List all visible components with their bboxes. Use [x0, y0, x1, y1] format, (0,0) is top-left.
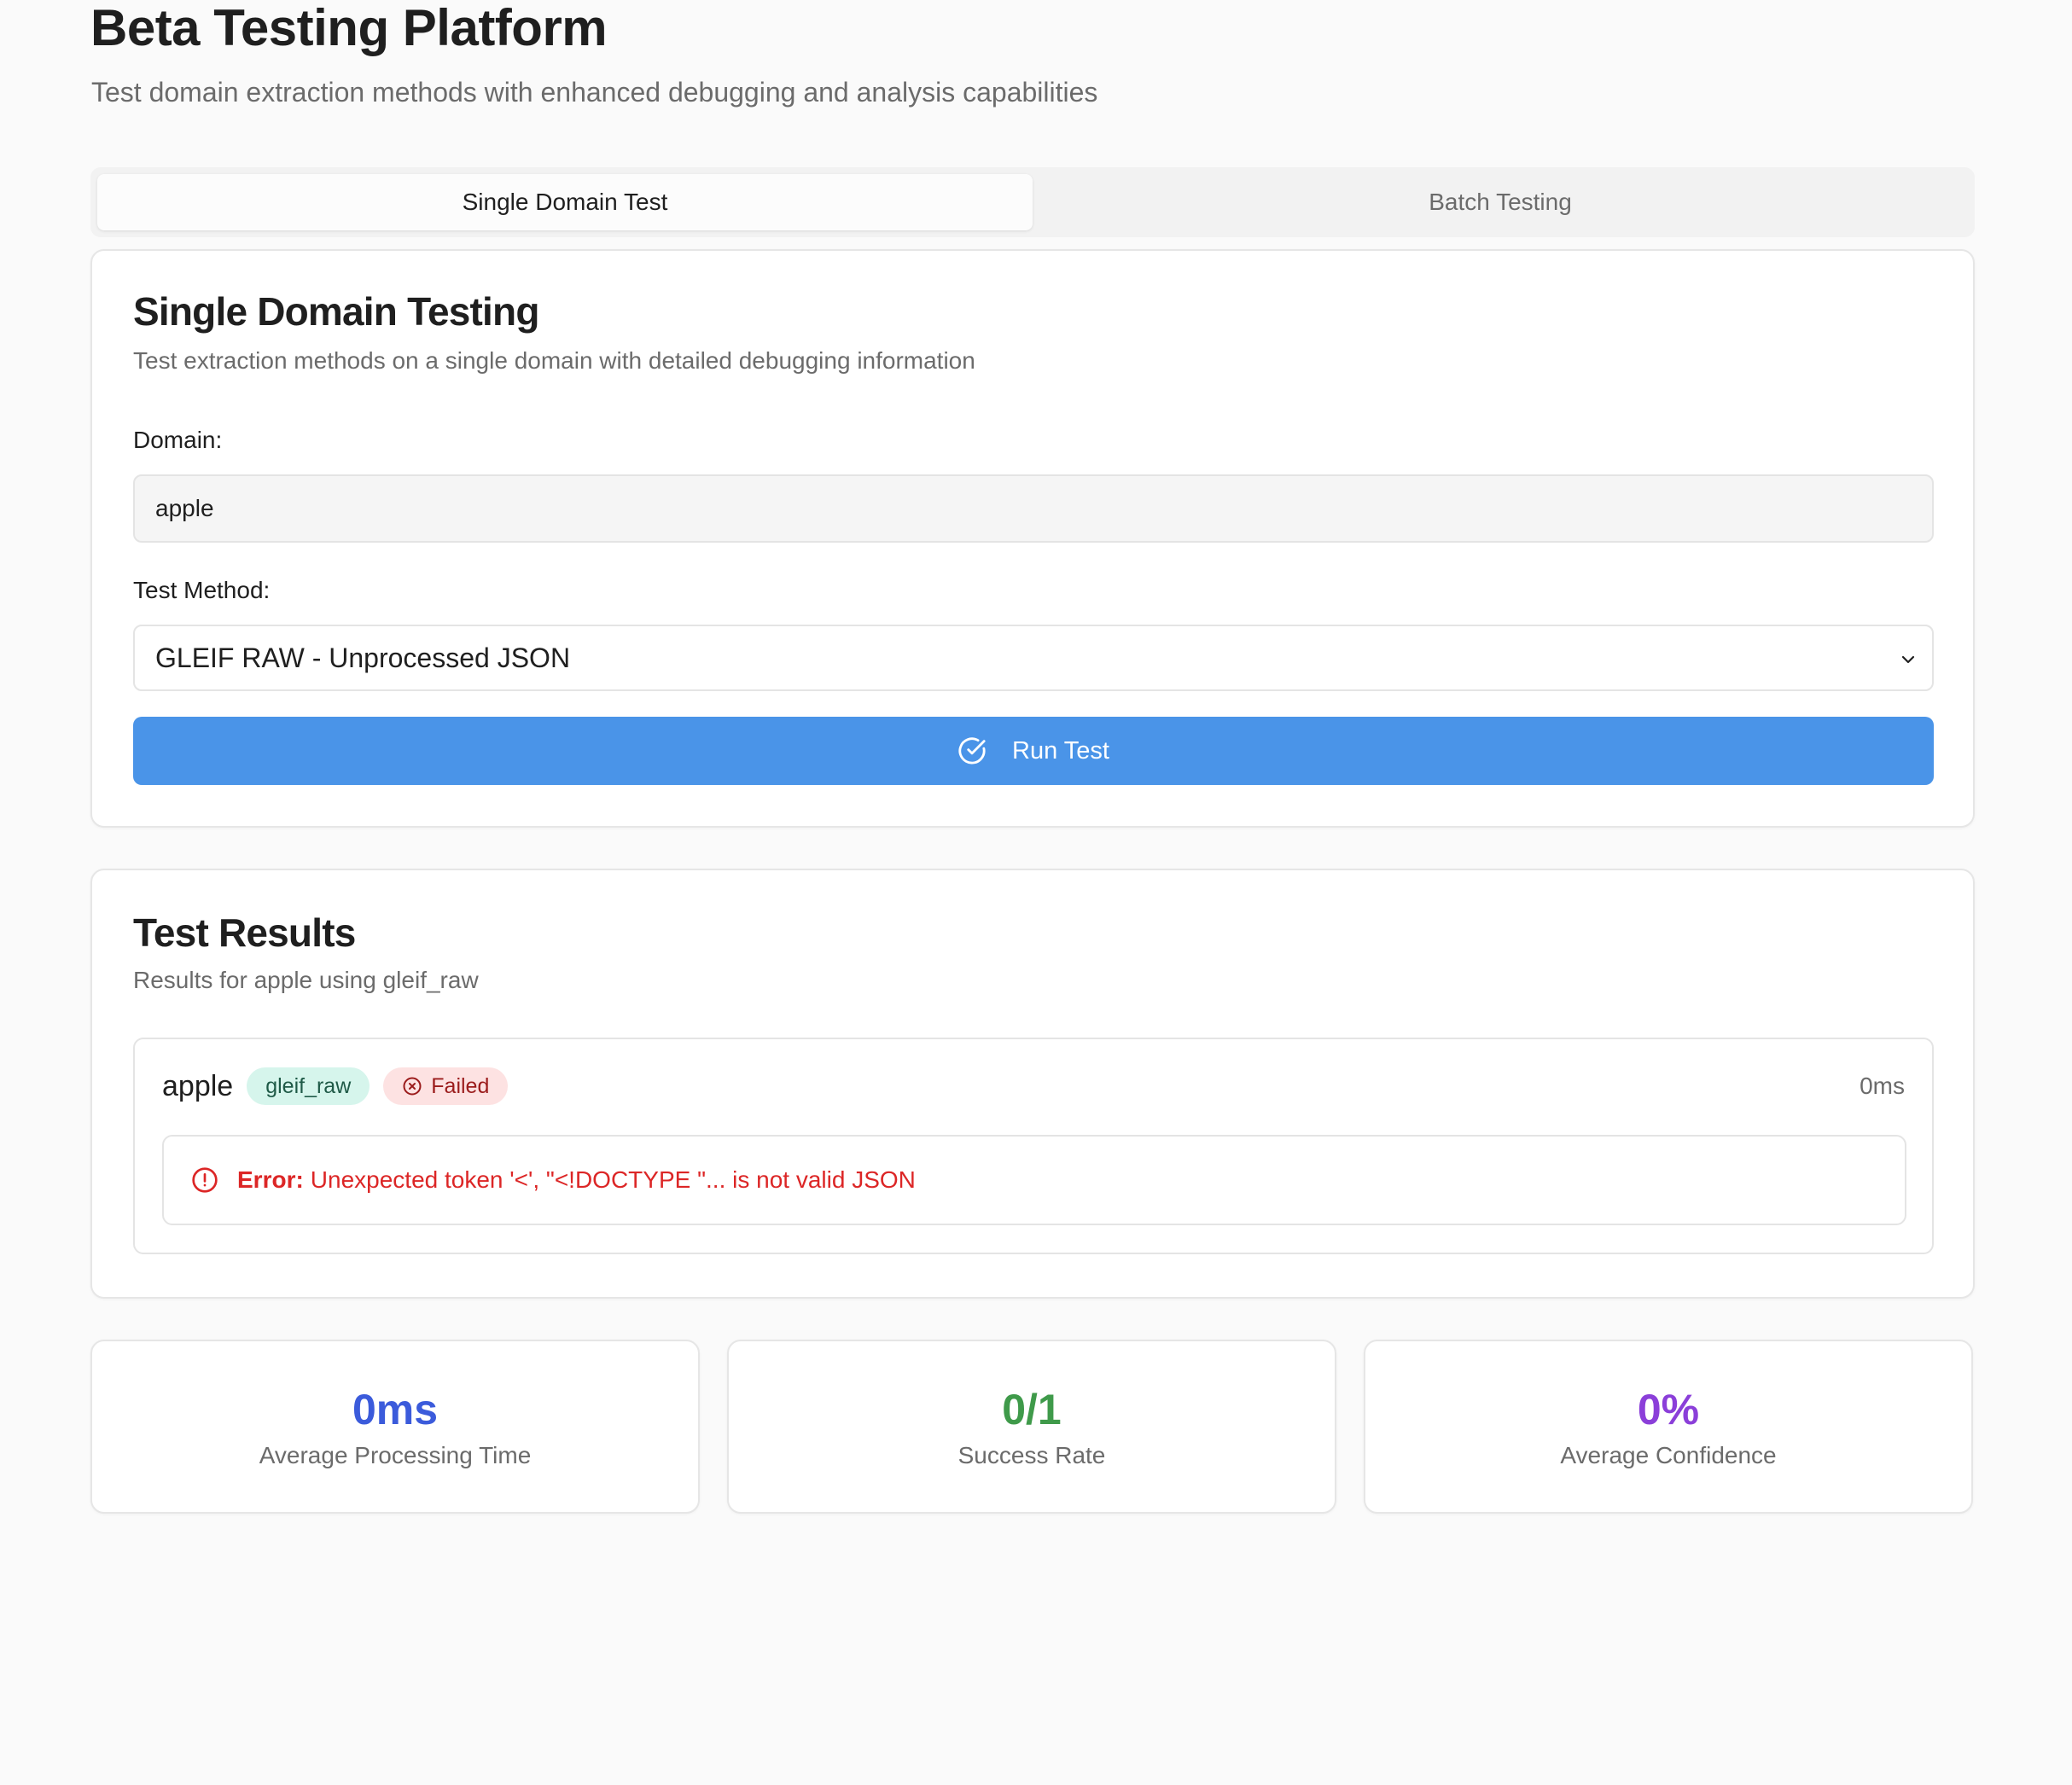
- stat-label: Average Processing Time: [259, 1442, 532, 1468]
- test-results-card: Test Results Results for apple using gle…: [90, 869, 1975, 1299]
- method-badge: gleif_raw: [247, 1067, 370, 1105]
- alert-circle-icon: [192, 1167, 218, 1193]
- card-description: Test extraction methods on a single doma…: [133, 347, 975, 374]
- domain-input[interactable]: [133, 474, 1934, 543]
- stat-label: Average Confidence: [1560, 1442, 1777, 1468]
- test-method-select[interactable]: GLEIF RAW - Unprocessed JSON: [133, 625, 1934, 691]
- chevron-down-icon: [1901, 655, 1915, 664]
- status-badge: Failed: [383, 1067, 509, 1105]
- error-label: Error:: [237, 1166, 304, 1193]
- results-title: Test Results: [133, 910, 356, 955]
- circle-check-icon: [958, 737, 986, 765]
- run-test-button[interactable]: Run Test: [133, 717, 1934, 785]
- run-test-label: Run Test: [1012, 736, 1109, 765]
- results-description: Results for apple using gleif_raw: [133, 967, 479, 993]
- test-method-selected: GLEIF RAW - Unprocessed JSON: [155, 642, 571, 673]
- card-title: Single Domain Testing: [133, 289, 539, 334]
- error-message-box: Error: Unexpected token '<', "<!DOCTYPE …: [162, 1135, 1906, 1225]
- stat-card-processing-time: 0ms Average Processing Time: [90, 1340, 700, 1514]
- stat-value: 0/1: [1002, 1386, 1062, 1433]
- tab-batch-testing[interactable]: Batch Testing: [1033, 174, 1968, 230]
- page-subtitle: Test domain extraction methods with enha…: [91, 77, 1098, 108]
- tab-bar: Single Domain Test Batch Testing: [90, 167, 1975, 237]
- result-header: apple gleif_raw Failed 0ms: [162, 1067, 1905, 1106]
- single-domain-testing-card: Single Domain Testing Test extraction me…: [90, 249, 1975, 828]
- test-method-label: Test Method:: [133, 577, 271, 603]
- domain-label: Domain:: [133, 427, 223, 453]
- stat-label: Success Rate: [957, 1442, 1106, 1468]
- page: Beta Testing Platform Test domain extrac…: [0, 0, 2072, 1785]
- result-item: apple gleif_raw Failed 0ms Error: Unexpe…: [133, 1038, 1934, 1254]
- status-label: Failed: [431, 1073, 490, 1098]
- x-circle-icon: [403, 1077, 422, 1096]
- tab-single-domain-test[interactable]: Single Domain Test: [97, 174, 1033, 230]
- stat-value: 0ms: [352, 1386, 439, 1433]
- stat-value: 0%: [1637, 1386, 1700, 1433]
- page-title: Beta Testing Platform: [90, 0, 608, 56]
- stat-card-confidence: 0% Average Confidence: [1364, 1340, 1973, 1514]
- result-domain: apple: [162, 1069, 234, 1102]
- stat-card-success-rate: 0/1 Success Rate: [727, 1340, 1336, 1514]
- result-time: 0ms: [1860, 1073, 1905, 1099]
- error-text: Unexpected token '<', "<!DOCTYPE "... is…: [310, 1166, 916, 1193]
